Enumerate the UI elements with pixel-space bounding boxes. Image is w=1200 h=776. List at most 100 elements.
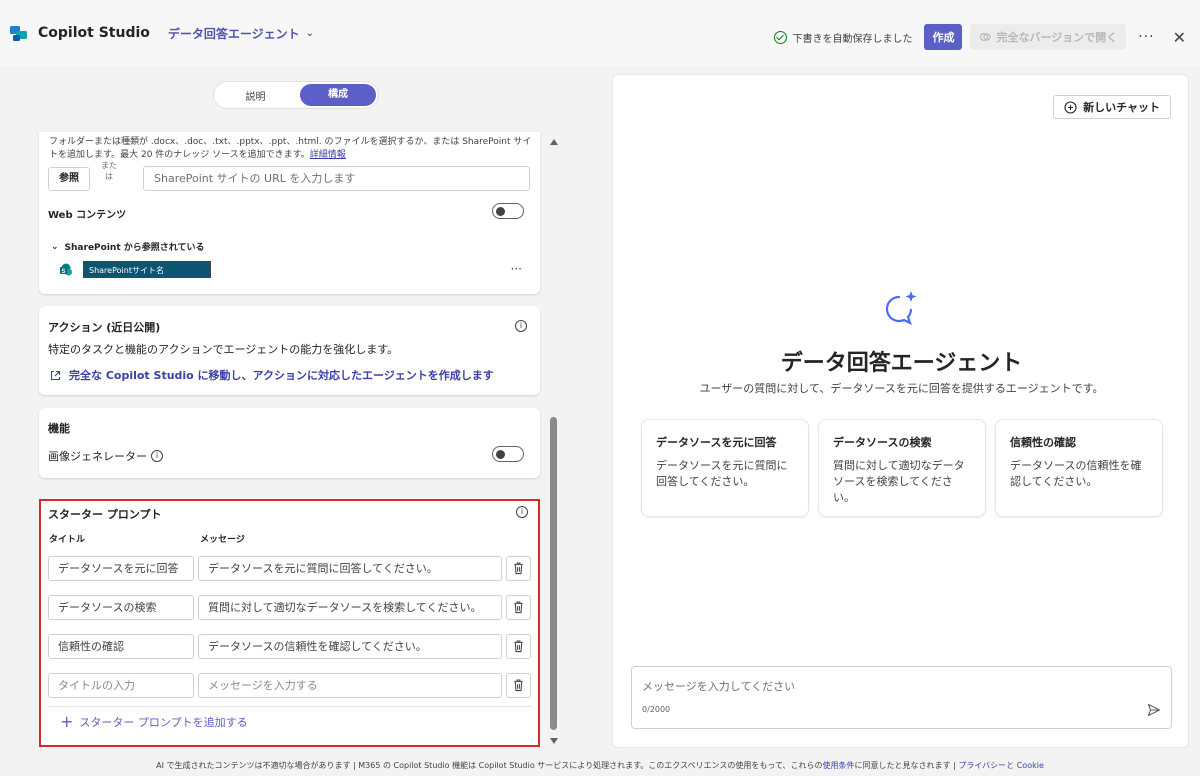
top-bar: Copilot Studio データ回答エージェント ⌄ 下書きを自動保存しまし… [0,0,1200,66]
trash-icon[interactable] [506,556,531,581]
column-header-message: メッセージ [200,535,245,545]
sharepoint-referenced-header[interactable]: ⌄ SharePoint から参照されている [51,240,205,254]
footer-text: AI で生成されたコンテンツは不適切な場合があります | M365 の Copi… [156,761,823,770]
agent-name-dropdown[interactable]: データ回答エージェント ⌄ [168,25,314,42]
add-starter-prompt-label: スターター プロンプトを追加する [79,716,248,729]
suggestion-desc: 質問に対して適切なデータソースを検索してください。 [833,459,965,504]
configuration-pane: 説明 構成 フォルダーまたは種類が .docx、.doc、.txt、.pptx、… [0,66,600,756]
trash-icon[interactable] [506,634,531,659]
sharepoint-url-input[interactable]: SharePoint サイトの URL を入力します [143,166,530,191]
scroll-down-arrow-icon[interactable] [550,738,558,744]
actions-full-studio-link[interactable]: 完全な Copilot Studio に移動し、アクションに対応したエージェント… [50,367,494,383]
scroll-up-arrow-icon[interactable] [550,139,558,145]
prompt-message-input[interactable]: データソースの信頼性を確認してください。 [198,634,502,659]
prompt-title-input[interactable]: タイトルの入力 [48,673,194,698]
trash-icon[interactable] [506,595,531,620]
open-external-icon [50,370,61,380]
info-icon[interactable]: i [515,320,527,332]
new-chat-label: 新しいチャット [1083,101,1160,114]
starter-prompt-row: データソースの検索 質問に対して適切なデータソースを検索してください。 [48,595,533,621]
create-button[interactable]: 作成 [924,24,963,50]
sharepoint-more-icon[interactable]: ··· [511,262,522,276]
scrollbar-thumb[interactable] [550,417,557,730]
svg-text:S: S [61,269,65,275]
chat-input-placeholder: メッセージを入力してください [642,680,796,693]
copilot-studio-logo-icon [10,26,27,41]
chevron-down-icon: ⌄ [51,241,59,252]
prompt-title-input[interactable]: 信頼性の確認 [48,634,194,659]
close-icon[interactable]: ✕ [1173,28,1186,47]
starter-prompt-row: データソースを元に回答 データソースを元に質問に回答してください。 [48,556,533,582]
column-header-title: タイトル [49,535,86,545]
knowledge-description: フォルダーまたは種類が .docx、.doc、.txt、.pptx、.ppt、.… [49,136,534,162]
chevron-down-icon: ⌄ [305,27,315,39]
tab-configure[interactable]: 構成 [300,84,376,106]
image-generator-label: 画像ジェネレーター [48,450,147,463]
prompt-title-input[interactable]: データソースを元に回答 [48,556,194,581]
chat-sparkle-icon [885,291,917,326]
mode-toggle: 説明 構成 [213,81,379,109]
suggestion-title: 信頼性の確認 [1010,436,1076,449]
agent-title: データ回答エージェント [780,351,1023,376]
divider [48,706,533,707]
new-chat-button[interactable]: 新しいチャット [1053,95,1171,119]
suggestion-desc: データソースの信頼性を確認してください。 [1010,459,1142,488]
image-generator-toggle[interactable] [492,446,524,462]
suggestion-desc: データソースを元に質問に回答してください。 [656,459,788,488]
info-icon[interactable]: i [151,450,163,462]
info-icon[interactable]: i [516,506,528,518]
actions-title: アクション (近日公開) [48,321,161,334]
sharepoint-header-label: SharePoint から参照されている [64,243,205,253]
test-chat-pane: 新しいチャット データ回答エージェント ユーザーの質問に対して、データソースを元… [612,74,1189,748]
prompt-message-input[interactable]: 質問に対して適切なデータソースを検索してください。 [198,595,502,620]
tab-describe[interactable]: 説明 [214,88,297,103]
capabilities-card: 機能 画像ジェネレーター i [39,408,540,478]
scrollbar[interactable] [547,134,559,746]
starter-prompt-row-empty: タイトルの入力 メッセージを入力する [48,673,533,699]
starter-prompts-card: スターター プロンプト i タイトル メッセージ データソースを元に回答 データ… [39,499,540,747]
actions-description: 特定のタスクと機能のアクションでエージェントの能力を強化します。 [48,343,399,356]
prompt-title-input[interactable]: データソースの検索 [48,595,194,620]
prompt-message-input[interactable]: データソースを元に質問に回答してください。 [198,556,502,581]
app-name: Copilot Studio [38,25,150,41]
suggestion-card[interactable]: データソースの検索 質問に対して適切なデータソースを検索してください。 [818,419,986,517]
more-options-icon[interactable]: ··· [1138,29,1154,45]
privacy-link[interactable]: プライバシーと Cookie [958,761,1044,770]
agent-name-label: データ回答エージェント [167,26,300,41]
sharepoint-site-name[interactable]: SharePointサイト名 [83,261,211,278]
new-chat-icon [1064,100,1077,114]
chat-message-input[interactable]: メッセージを入力してください 0/2000 [631,666,1172,729]
plus-icon: + [60,712,74,731]
learn-more-link[interactable]: 詳細情報 [310,150,346,160]
browse-button[interactable]: 参照 [48,167,90,191]
starter-prompts-title: スターター プロンプト [48,508,162,521]
check-circle-icon [774,30,788,44]
character-counter: 0/2000 [642,705,671,714]
actions-link-label: 完全な Copilot Studio に移動し、アクションに対応したエージェント… [69,369,494,382]
suggestion-title: データソースの検索 [833,436,932,449]
add-starter-prompt-button[interactable]: + スターター プロンプトを追加する [60,714,248,730]
trash-icon[interactable] [506,673,531,698]
capabilities-title: 機能 [48,422,70,435]
send-icon[interactable] [1147,703,1161,717]
copilot-outline-icon [980,32,992,42]
suggestion-card[interactable]: 信頼性の確認 データソースの信頼性を確認してください。 [995,419,1163,517]
open-full-version-label: 完全なバージョンで開く [996,31,1118,44]
sharepoint-icon: S [60,263,72,276]
agent-subtitle: ユーザーの質問に対して、データソースを元に回答を提供するエージェントです。 [699,382,1104,395]
suggestion-card[interactable]: データソースを元に回答 データソースを元に質問に回答してください。 [641,419,809,517]
footer-text-2: に同意したと見なされます | [854,761,956,770]
web-content-label: Web コンテンツ [48,210,127,221]
open-full-version-button[interactable]: 完全なバージョンで開く [970,24,1127,50]
prompt-message-input[interactable]: メッセージを入力する [198,673,502,698]
terms-link[interactable]: 使用条件 [823,761,855,770]
autosave-text: 下書きを自動保存しました [792,33,913,45]
knowledge-description-text: フォルダーまたは種類が .docx、.doc、.txt、.pptx、.ppt、.… [49,137,532,160]
or-separator: また は [101,161,117,181]
footer-disclaimer: AI で生成されたコンテンツは不適切な場合があります | M365 の Copi… [0,760,1200,771]
web-content-toggle[interactable] [492,203,524,219]
starter-prompt-row: 信頼性の確認 データソースの信頼性を確認してください。 [48,634,533,660]
actions-card: アクション (近日公開) i 特定のタスクと機能のアクションでエージェントの能力… [39,306,540,395]
suggestion-title: データソースを元に回答 [656,436,777,449]
autosave-status: 下書きを自動保存しました [774,30,912,45]
